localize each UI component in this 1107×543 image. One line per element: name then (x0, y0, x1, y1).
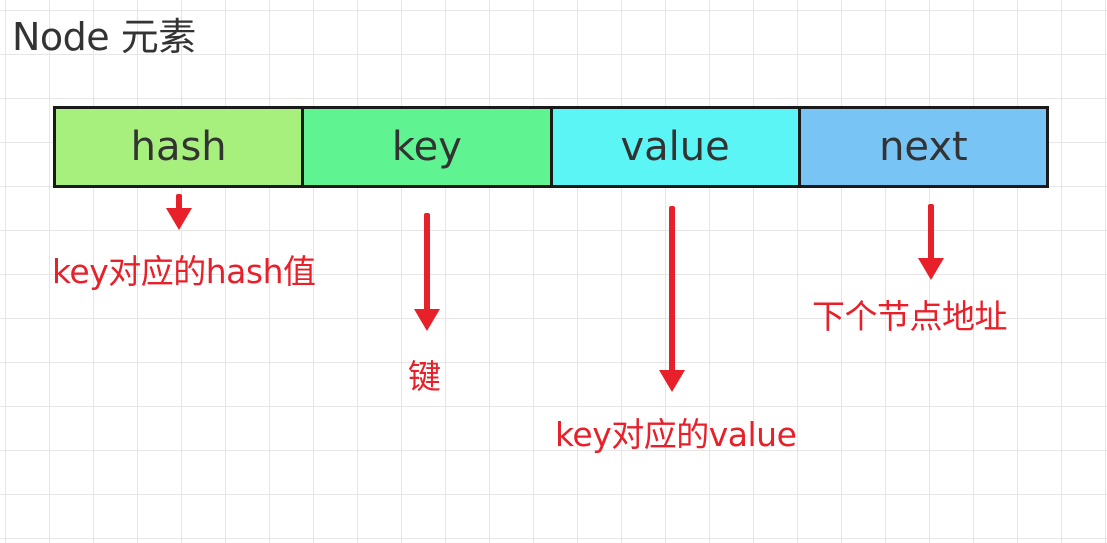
field-key: key (304, 109, 553, 185)
arrow-down-key (424, 213, 430, 311)
diagram-title: Node 元素 (12, 15, 196, 59)
field-hash: hash (56, 109, 305, 185)
arrow-down-hash (176, 194, 182, 210)
arrow-down-value (669, 206, 675, 372)
description-value: key对应的value (555, 415, 797, 454)
arrow-down-next (928, 204, 934, 260)
field-value: value (552, 109, 801, 185)
description-key: 键 (408, 357, 441, 396)
node-structure: hash key value next (53, 106, 1049, 188)
description-next: 下个节点地址 (812, 297, 1008, 336)
description-hash: key对应的hash值 (52, 252, 316, 291)
field-next: next (800, 109, 1046, 185)
